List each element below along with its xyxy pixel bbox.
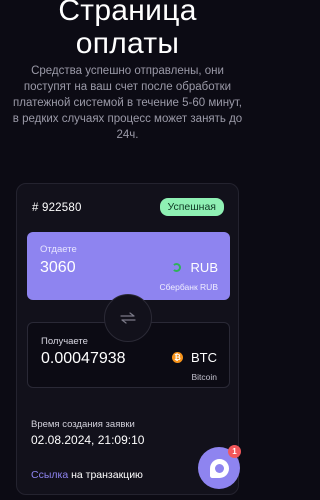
get-currency: BTC (191, 350, 217, 365)
chat-button[interactable]: 1 (198, 445, 241, 489)
page-title-line-2: оплаты (75, 27, 180, 60)
get-currency-group: ₿ BTC (172, 350, 217, 365)
page-title: Страница оплаты (0, 0, 255, 60)
transaction-link[interactable]: Ссылка (31, 469, 68, 481)
get-label: Получаете (41, 336, 88, 347)
page-subtitle: Средства успешно отправлены, они поступя… (12, 65, 243, 141)
chat-icon (209, 458, 229, 478)
transaction-line: Ссылка на транзакцию (31, 469, 143, 481)
give-label: Отдаете (40, 244, 77, 255)
page-title-line-1: Страница (58, 0, 197, 27)
sberbank-icon (171, 263, 181, 272)
payment-page: Страница оплаты Средства успешно отправл… (0, 0, 255, 500)
chat-badge: 1 (228, 445, 241, 458)
give-bank: Сбербанк RUB (159, 282, 219, 292)
give-currency-group: RUB (171, 260, 218, 275)
get-amount: 0.00047938 (41, 350, 126, 367)
swap-button[interactable] (104, 294, 152, 342)
give-currency: RUB (190, 260, 218, 275)
transaction-suffix: на транзакцию (68, 469, 143, 481)
created-label: Время создания заявки (31, 419, 135, 430)
get-network: Bitcoin (191, 372, 217, 382)
swap-arrows-icon (120, 312, 136, 324)
give-amount: 3060 (40, 259, 76, 276)
order-id: # 922580 (32, 202, 82, 214)
order-card: # 922580 Успешная Отдаете 3060 RUB Сберб… (16, 183, 239, 495)
status-badge: Успешная (159, 198, 224, 216)
bitcoin-icon: ₿ (172, 352, 183, 363)
give-panel: Отдаете 3060 RUB Сбербанк RUB (27, 232, 230, 300)
created-value: 02.08.2024, 21:09:10 (31, 433, 145, 447)
